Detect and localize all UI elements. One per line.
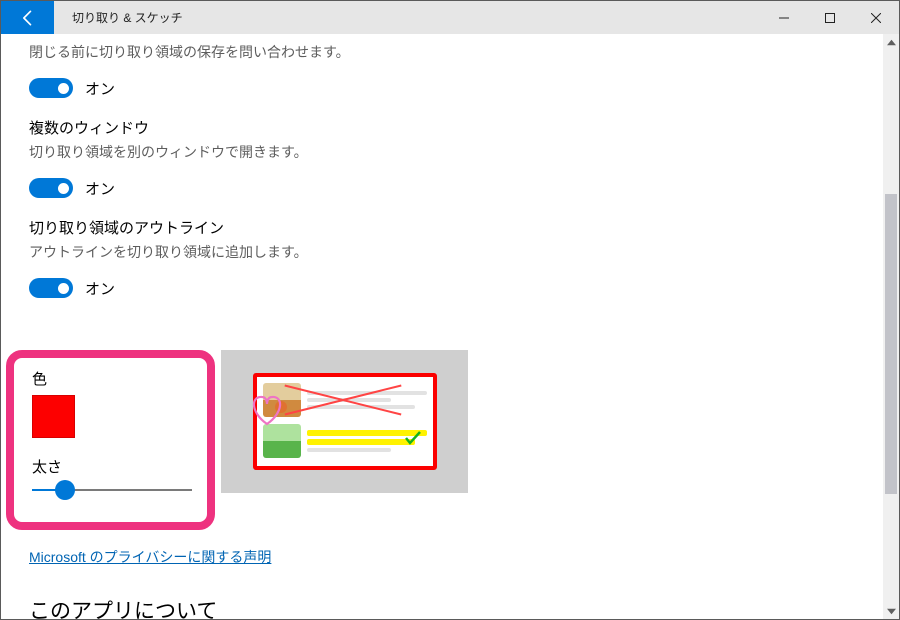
arrow-left-icon — [18, 8, 38, 28]
multi-window-toggle[interactable] — [29, 178, 73, 198]
multi-window-heading: 複数のウィンドウ — [29, 117, 853, 138]
titlebar: 切り取り & スケッチ — [1, 1, 899, 34]
multi-window-toggle-label: オン — [85, 178, 115, 199]
confirm-save-description: 閉じる前に切り取り領域の保存を問い合わせます。 — [29, 42, 853, 63]
minimize-button[interactable] — [761, 1, 807, 34]
color-label: 色 — [32, 368, 189, 389]
multi-window-description: 切り取り領域を別のウィンドウで開きます。 — [29, 142, 853, 163]
outline-toggle-label: オン — [85, 278, 115, 299]
chevron-up-icon — [887, 38, 896, 47]
settings-content: 閉じる前に切り取り領域の保存を問い合わせます。 オン 複数のウィンドウ 切り取り… — [1, 34, 883, 619]
color-swatch[interactable] — [32, 395, 75, 438]
heart-icon — [247, 392, 287, 427]
outline-description: アウトラインを切り取り領域に追加します。 — [29, 242, 853, 263]
outline-toggle-row: オン — [29, 277, 853, 299]
outline-preview-inner — [253, 373, 437, 470]
outline-preview — [221, 350, 468, 493]
confirm-save-toggle[interactable] — [29, 78, 73, 98]
multi-window-toggle-row: オン — [29, 177, 853, 199]
preview-thumb-icon — [263, 424, 301, 458]
maximize-button[interactable] — [807, 1, 853, 34]
minimize-icon — [779, 13, 789, 23]
vertical-scrollbar[interactable] — [883, 34, 899, 619]
app-window: 切り取り & スケッチ 閉じる前に切り取り領域の保存を問い合わせます。 オン 複… — [0, 0, 900, 620]
confirm-save-toggle-row: オン — [29, 77, 853, 99]
privacy-statement-link[interactable]: Microsoft のプライバシーに関する声明 — [29, 547, 271, 567]
close-button[interactable] — [853, 1, 899, 34]
outline-style-highlight: 色 太さ — [6, 350, 215, 530]
outline-toggle[interactable] — [29, 278, 73, 298]
window-controls — [761, 1, 899, 34]
scroll-down-button[interactable] — [883, 603, 899, 619]
chevron-down-icon — [887, 607, 896, 616]
maximize-icon — [825, 13, 835, 23]
thickness-label: 太さ — [32, 456, 189, 477]
slider-thumb[interactable] — [55, 480, 75, 500]
app-title: 切り取り & スケッチ — [54, 1, 761, 34]
about-heading: このアプリについて — [29, 595, 883, 620]
check-icon — [405, 431, 421, 450]
confirm-save-toggle-label: オン — [85, 78, 115, 99]
scroll-up-button[interactable] — [883, 34, 899, 50]
close-icon — [871, 13, 881, 23]
outline-heading: 切り取り領域のアウトライン — [29, 217, 853, 238]
thickness-slider[interactable] — [32, 489, 192, 491]
preview-row-1 — [263, 381, 427, 419]
preview-row-2 — [263, 422, 427, 460]
back-button[interactable] — [1, 1, 54, 34]
scrollbar-thumb[interactable] — [885, 194, 897, 494]
